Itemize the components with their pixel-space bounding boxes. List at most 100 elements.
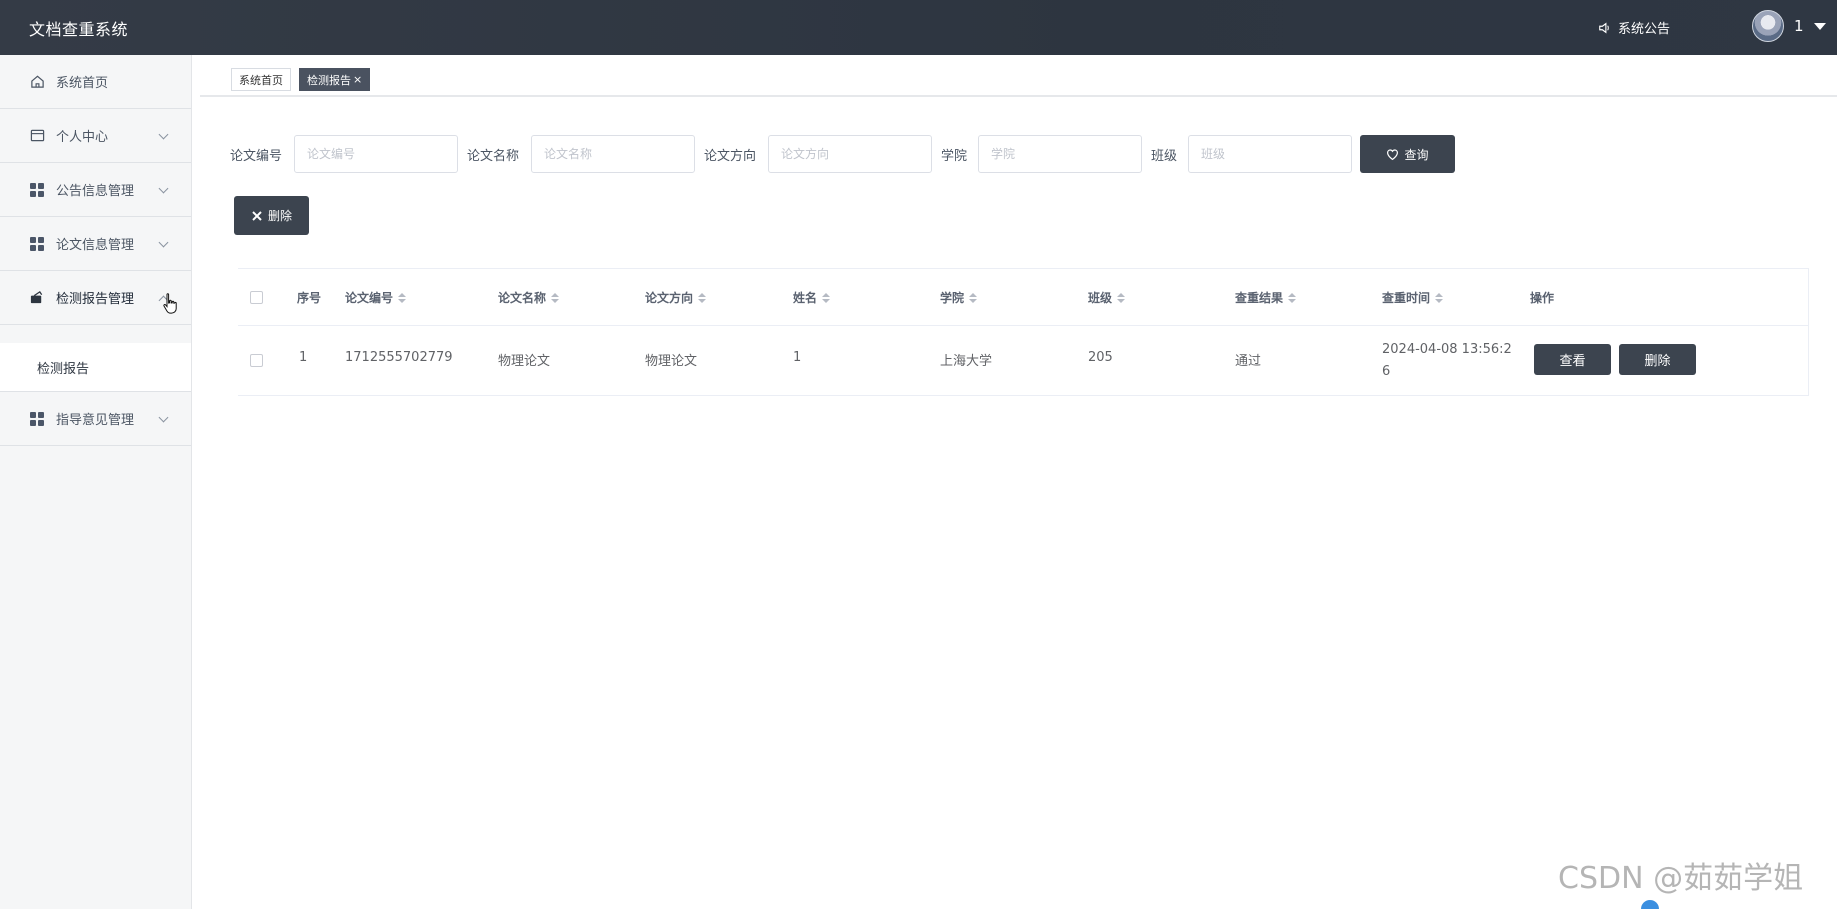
cell-time: 2024-04-08 13:56:26 — [1382, 342, 1512, 379]
class-input[interactable] — [1188, 135, 1352, 173]
close-icon[interactable]: × — [353, 73, 362, 86]
tab-home[interactable]: 系统首页 — [231, 68, 291, 91]
tab-label: 系统首页 — [239, 73, 283, 87]
header-label: 班级 — [1088, 291, 1113, 305]
class-label: 班级 — [1151, 149, 1178, 164]
paper-no-label: 论文编号 — [230, 149, 283, 164]
hand-cursor-icon — [163, 293, 177, 314]
cell-paper-no: 1712555702779 — [345, 350, 453, 365]
paper-no-input[interactable] — [294, 135, 458, 173]
sort-icon[interactable] — [698, 292, 707, 303]
watermark: CSDN @茹茹学姐 — [1558, 861, 1804, 896]
column-header-result[interactable]: 查重结果 — [1235, 289, 1297, 306]
system-notice-link[interactable]: 系统公告 — [1598, 18, 1670, 37]
chevron-down-icon — [158, 183, 169, 194]
column-header-paper-no[interactable]: 论文编号 — [345, 289, 407, 306]
speaker-icon — [1599, 21, 1609, 34]
heart-icon — [1387, 148, 1399, 160]
grid-icon — [29, 236, 45, 252]
submenu-item-label: 检测报告 — [37, 361, 90, 377]
report-icon — [29, 290, 45, 306]
top-header: 文档查重系统 系统公告 1 — [0, 0, 1837, 55]
tab-report[interactable]: 检测报告 × — [299, 68, 371, 91]
cell-index: 1 — [299, 350, 308, 365]
column-header-index: 序号 — [297, 289, 321, 306]
sidebar-item-guidance-management[interactable]: 指导意见管理 — [0, 392, 191, 446]
app-title: 文档查重系统 — [29, 20, 129, 39]
sort-icon[interactable] — [551, 292, 560, 303]
sidebar-item-label: 系统首页 — [56, 76, 109, 91]
column-header-time[interactable]: 查重时间 — [1382, 289, 1444, 306]
cell-name: 1 — [793, 350, 802, 365]
sort-icon[interactable] — [1288, 292, 1297, 303]
notice-label: 系统公告 — [1618, 22, 1671, 37]
row-checkbox[interactable] — [250, 354, 263, 367]
grid-icon — [29, 182, 45, 198]
header-label: 序号 — [297, 291, 322, 305]
column-header-paper-name[interactable]: 论文名称 — [498, 289, 560, 306]
cell-direction: 物理论文 — [645, 354, 698, 369]
header-label: 查重时间 — [1382, 291, 1431, 305]
delete-label: 删除 — [267, 209, 292, 223]
college-label: 学院 — [941, 149, 968, 164]
avatar — [1752, 10, 1784, 42]
sort-icon[interactable] — [822, 292, 831, 303]
select-all-checkbox[interactable] — [250, 291, 263, 304]
query-button[interactable]: 查询 — [1360, 135, 1455, 173]
sidebar-item-notice-management[interactable]: 公告信息管理 — [0, 163, 191, 217]
paper-name-label: 论文名称 — [467, 149, 520, 164]
query-label: 查询 — [1404, 147, 1429, 162]
column-header-direction[interactable]: 论文方向 — [645, 289, 707, 306]
sort-icon[interactable] — [1117, 292, 1126, 303]
cell-class: 205 — [1088, 350, 1113, 365]
header-label: 学院 — [940, 291, 965, 305]
table-header: 序号 论文编号 论文名称 论文方向 姓名 学院 班级 查重结果 查重时间 操作 — [238, 269, 1809, 326]
home-icon — [29, 74, 45, 90]
sidebar-item-paper-management[interactable]: 论文信息管理 — [0, 217, 191, 271]
sidebar-item-label: 指导意见管理 — [56, 413, 135, 428]
chevron-down-icon — [158, 129, 169, 140]
chevron-down-icon — [158, 412, 169, 423]
caret-down-icon — [1813, 22, 1826, 30]
sidebar-item-label: 论文信息管理 — [56, 238, 135, 253]
column-header-class[interactable]: 班级 — [1088, 289, 1126, 306]
sort-icon[interactable] — [969, 292, 978, 303]
tab-label: 检测报告 — [307, 73, 351, 87]
header-label: 查重结果 — [1235, 291, 1284, 305]
grid-icon — [29, 411, 45, 427]
table-row: 1 1712555702779 物理论文 物理论文 1 上海大学 205 通过 … — [238, 326, 1809, 396]
profile-card-icon — [29, 128, 45, 144]
view-button[interactable]: 查看 — [1534, 344, 1611, 375]
column-header-name[interactable]: 姓名 — [793, 289, 831, 306]
submenu-item-report[interactable]: 检测报告 — [0, 343, 191, 392]
sort-icon[interactable] — [398, 292, 407, 303]
row-delete-button[interactable]: 删除 — [1619, 344, 1696, 375]
sidebar: 系统首页 个人中心 公告信息管理 论文信息管理 检测报告管理 检测报告 指导意见… — [0, 55, 192, 909]
sidebar-item-label: 个人中心 — [56, 130, 109, 145]
data-table: 序号 论文编号 论文名称 论文方向 姓名 学院 班级 查重结果 查重时间 操作 … — [238, 268, 1809, 396]
paper-direction-label: 论文方向 — [704, 149, 757, 164]
college-input[interactable] — [978, 135, 1142, 173]
sidebar-item-label: 公告信息管理 — [56, 184, 135, 199]
column-header-college[interactable]: 学院 — [940, 289, 978, 306]
cell-college: 上海大学 — [940, 354, 993, 369]
cell-paper-name: 物理论文 — [498, 354, 551, 369]
floating-dot — [1641, 900, 1659, 909]
close-icon — [252, 210, 262, 221]
paper-name-input[interactable] — [531, 135, 695, 173]
sort-icon[interactable] — [1435, 292, 1444, 303]
column-header-actions: 操作 — [1530, 289, 1554, 306]
user-name: 1 — [1794, 17, 1804, 35]
header-label: 论文名称 — [498, 291, 547, 305]
sidebar-item-profile[interactable]: 个人中心 — [0, 109, 191, 163]
sidebar-item-label: 检测报告管理 — [56, 292, 135, 307]
user-menu[interactable]: 1 — [1752, 10, 1826, 42]
header-label: 姓名 — [793, 291, 818, 305]
header-label: 操作 — [1530, 291, 1555, 305]
header-label: 论文方向 — [645, 291, 694, 305]
batch-delete-button[interactable]: 删除 — [234, 196, 309, 235]
sidebar-item-home[interactable]: 系统首页 — [0, 55, 191, 109]
chevron-down-icon — [158, 237, 169, 248]
paper-direction-input[interactable] — [768, 135, 932, 173]
cell-result: 通过 — [1235, 354, 1262, 369]
